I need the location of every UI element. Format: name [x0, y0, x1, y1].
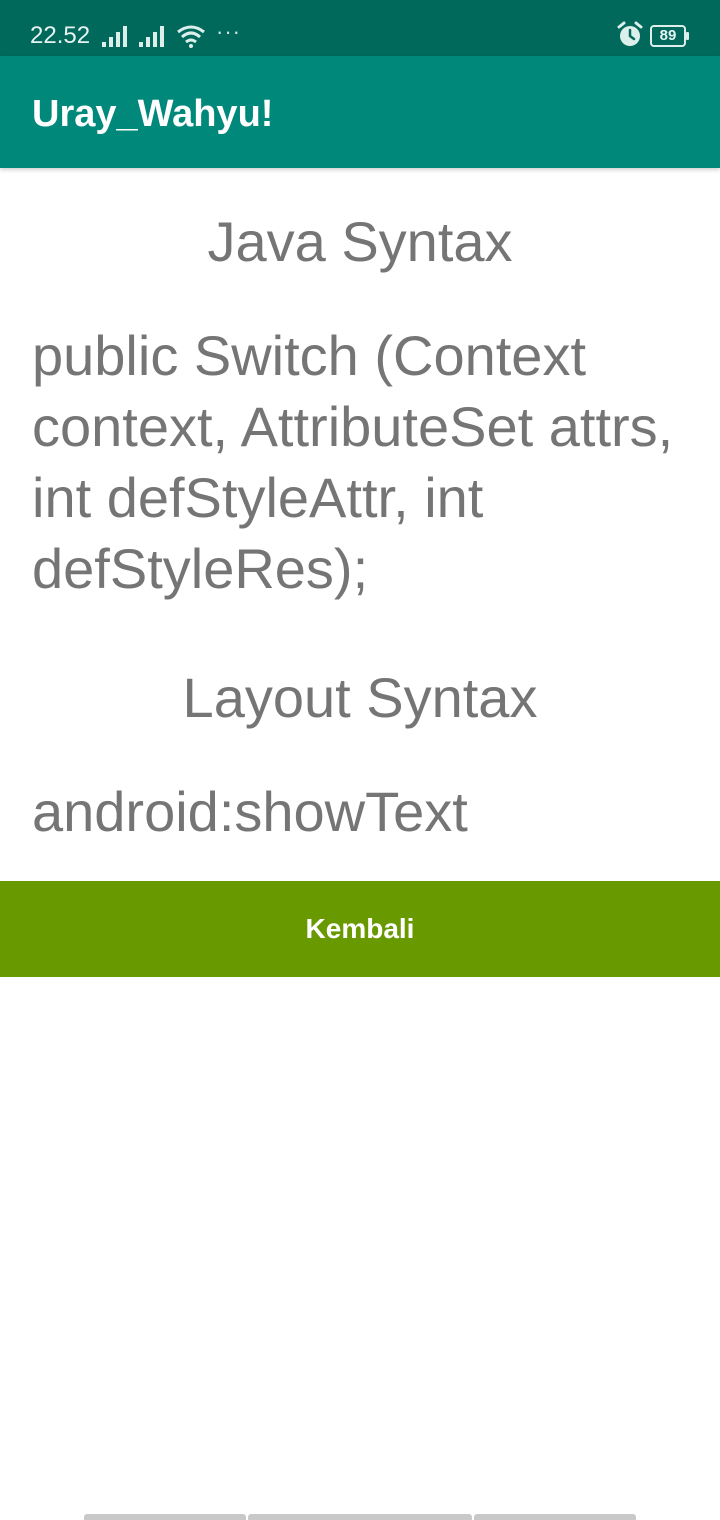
layout-syntax-heading: Layout Syntax	[182, 666, 538, 729]
java-syntax-heading: Java Syntax	[207, 210, 513, 273]
screen: 22.52 ··· 89 Uray_Wahyu! Java Syntax pub…	[0, 0, 720, 1520]
java-syntax-text: public Switch (Context context, Attribut…	[32, 324, 674, 600]
wifi-icon	[177, 25, 205, 48]
nav-gesture-right[interactable]	[474, 1514, 636, 1520]
layout-syntax-text: android:showText	[32, 780, 468, 843]
kembali-button[interactable]: Kembali	[0, 881, 720, 977]
nav-gesture-home[interactable]	[248, 1514, 472, 1520]
app-bar: Uray_Wahyu!	[0, 56, 720, 168]
status-time: 22.52	[30, 22, 91, 49]
battery-level: 89	[659, 27, 677, 44]
more-icon: ···	[216, 19, 241, 44]
alarm-icon	[617, 21, 643, 46]
signal-icon	[102, 26, 127, 47]
status-bar: 22.52 ··· 89	[0, 0, 720, 56]
signal-icon	[139, 26, 164, 47]
nav-gesture-left[interactable]	[84, 1514, 246, 1520]
app-title: Uray_Wahyu!	[32, 93, 274, 135]
